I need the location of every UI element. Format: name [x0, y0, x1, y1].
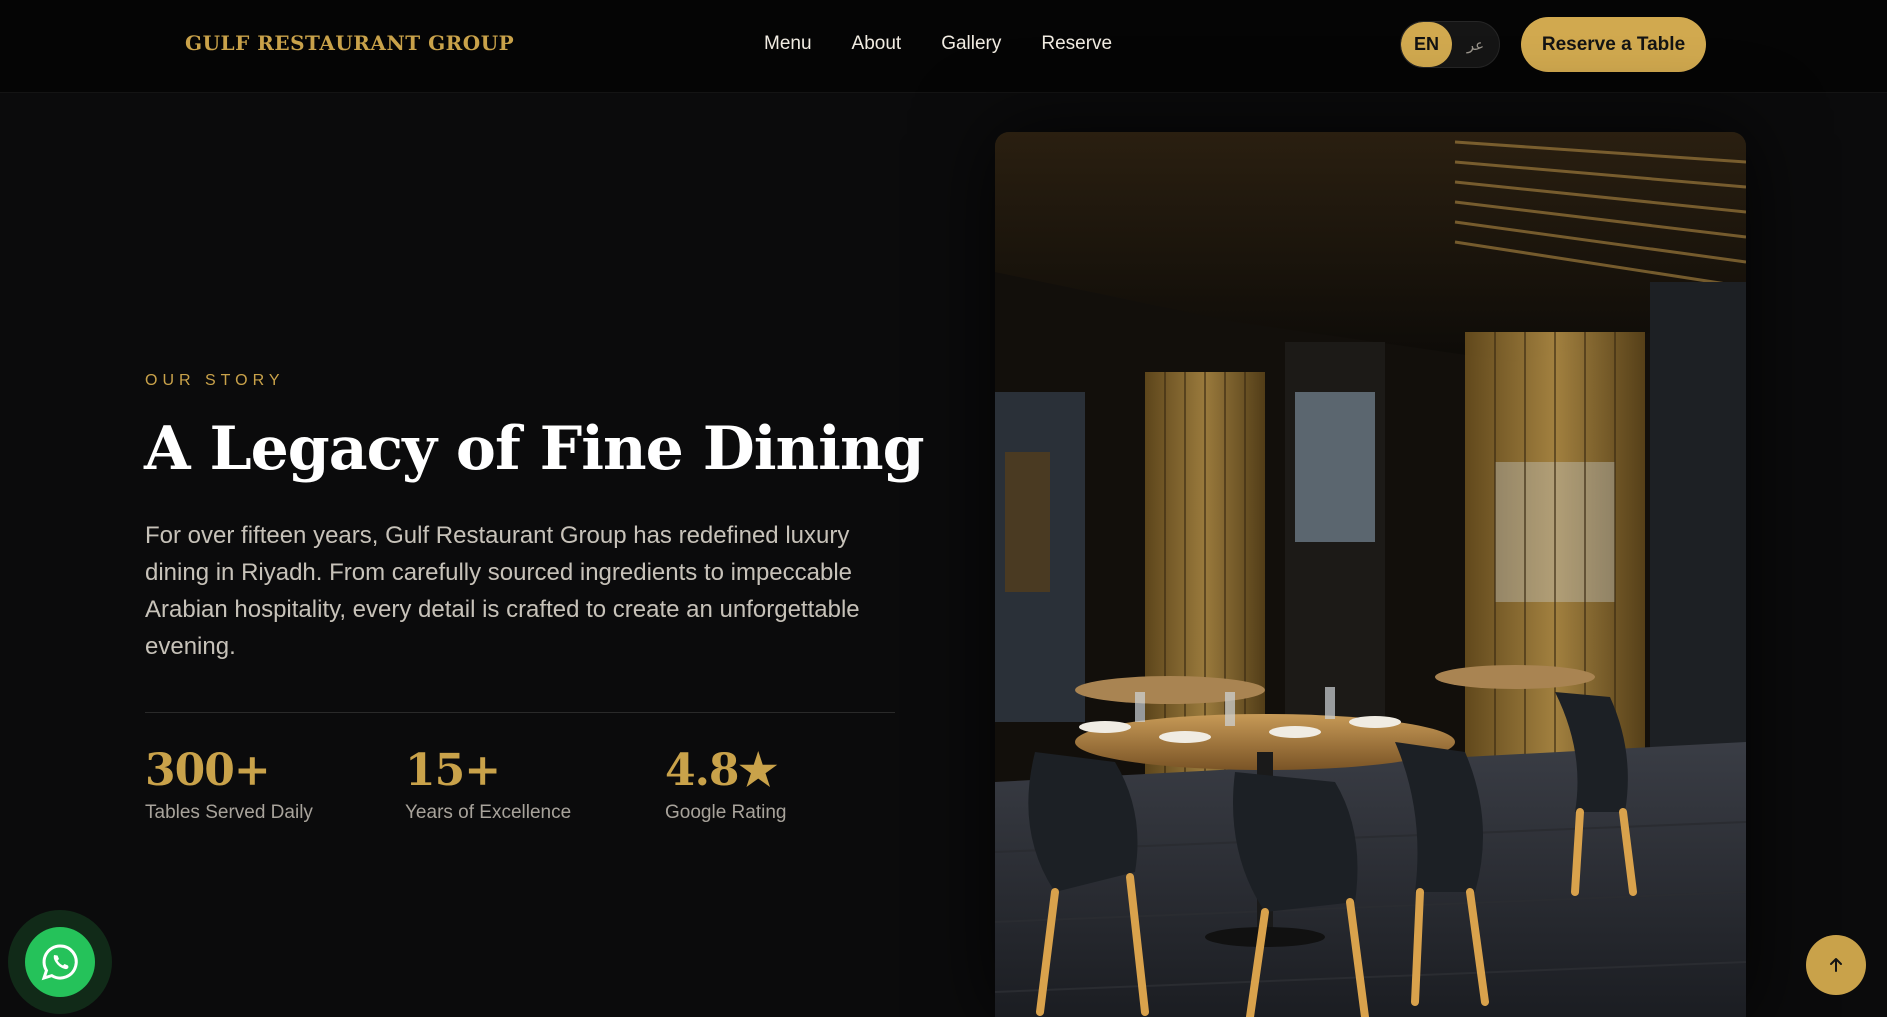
language-switcher: EN عر: [1400, 21, 1500, 68]
whatsapp-button-halo: [8, 910, 112, 1014]
nav-link-about[interactable]: About: [852, 33, 902, 55]
stat-label: Google Rating: [665, 802, 787, 823]
site-header: GULF RESTAURANT GROUP Menu About Gallery…: [0, 0, 1887, 93]
stat-rating: 4.8★ Google Rating: [665, 745, 786, 824]
story-description: For over fifteen years, Gulf Restaurant …: [145, 522, 860, 660]
nav-link-reserve[interactable]: Reserve: [1041, 33, 1112, 55]
whatsapp-icon: [41, 944, 78, 981]
brand-logo[interactable]: GULF RESTAURANT GROUP: [185, 31, 514, 55]
nav-link-gallery[interactable]: Gallery: [941, 33, 1001, 55]
section-eyebrow: OUR STORY: [145, 372, 285, 389]
nav-link-menu[interactable]: Menu: [764, 33, 812, 55]
whatsapp-button[interactable]: [25, 927, 95, 997]
restaurant-interior-illustration: [995, 132, 1746, 1017]
stat-value: 15+: [405, 745, 501, 796]
stat-value: 300+: [145, 745, 271, 796]
arrow-up-icon: [1830, 958, 1842, 972]
back-to-top-button[interactable]: [1806, 935, 1866, 995]
stat-tables: 300+ Tables Served Daily: [145, 745, 313, 824]
main-nav: Menu About Gallery Reserve: [764, 33, 1112, 55]
reserve-table-button[interactable]: Reserve a Table: [1521, 17, 1706, 72]
stat-label: Tables Served Daily: [145, 802, 313, 823]
divider: [145, 712, 895, 713]
language-option-en[interactable]: EN: [1401, 22, 1452, 67]
language-option-ar[interactable]: عر: [1452, 22, 1499, 67]
restaurant-interior-image: [995, 132, 1746, 1017]
page-title: A Legacy of Fine Dining: [144, 414, 925, 484]
stat-value: 4.8★: [665, 745, 778, 796]
stat-label: Years of Excellence: [405, 802, 572, 823]
stat-years: 15+ Years of Excellence: [405, 745, 571, 824]
